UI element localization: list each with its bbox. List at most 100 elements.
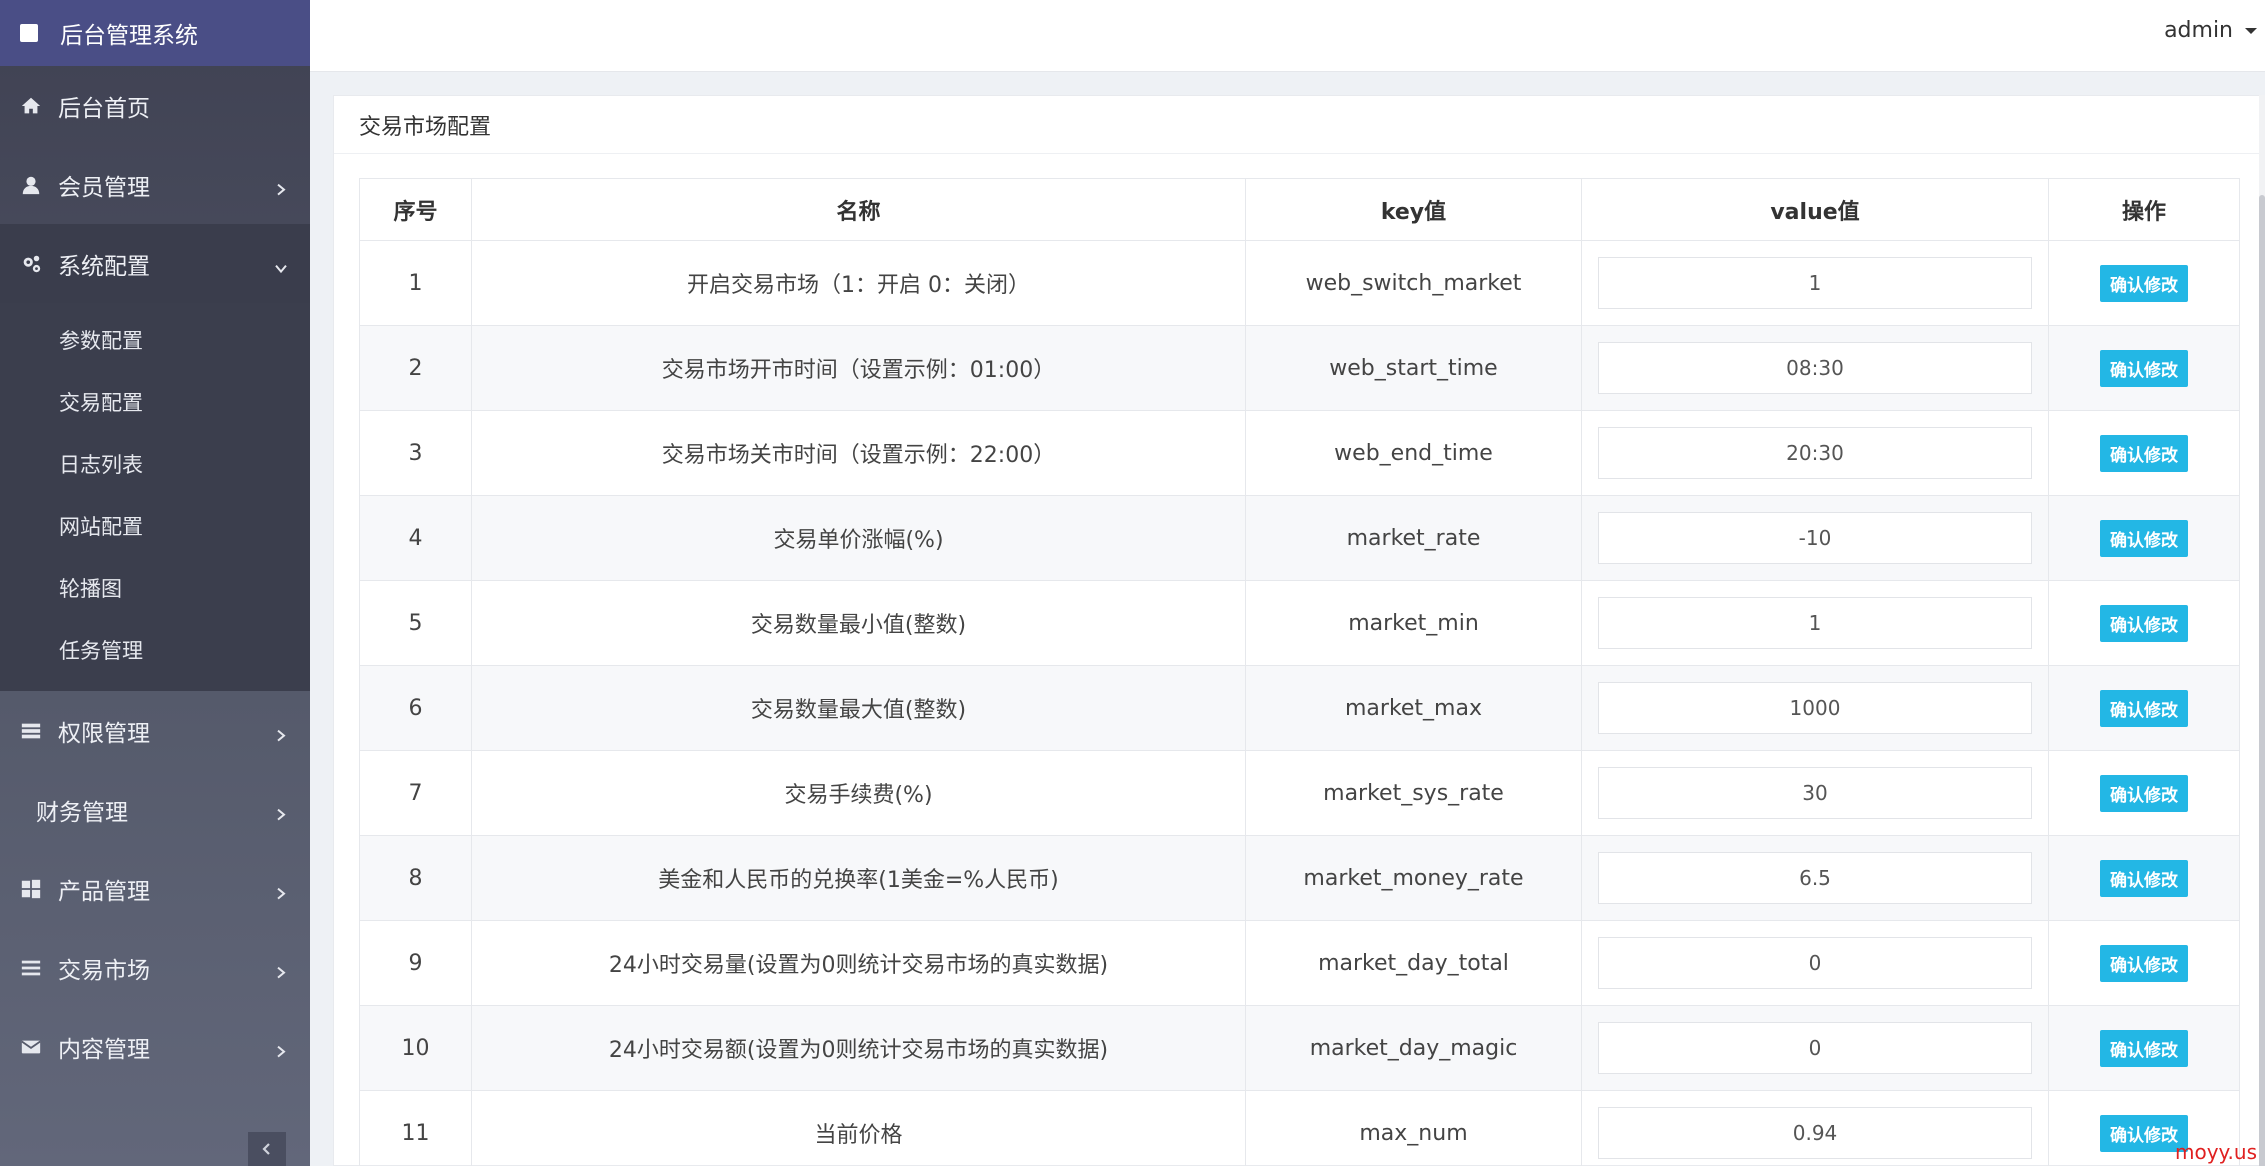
sidebar-item-members[interactable]: 会员管理 (0, 145, 310, 224)
scrollbar-thumb[interactable] (2259, 195, 2265, 1166)
envelope-icon (20, 1036, 42, 1058)
cell-key: market_money_rate (1245, 835, 1582, 921)
cell-name: 美金和人民币的兑换率(1美金=%人民币) (471, 835, 1246, 921)
cell-key: market_day_total (1245, 920, 1582, 1006)
submenu-item-params[interactable]: 参数配置 (0, 309, 310, 371)
column-header-id: 序号 (359, 178, 472, 241)
value-input[interactable] (1598, 257, 2032, 309)
brand[interactable]: 后台管理系统 (0, 0, 310, 66)
sidebar-item-content[interactable]: 内容管理 (0, 1007, 310, 1086)
sidebar-item-label: 系统配置 (58, 253, 150, 280)
cell-key: market_min (1245, 580, 1582, 666)
cell-name: 交易单价涨幅(%) (471, 495, 1246, 581)
cell-value (1581, 920, 2049, 1006)
chevron-down-icon (274, 255, 288, 273)
submenu-item-trade-config[interactable]: 交易配置 (0, 371, 310, 433)
value-input[interactable] (1598, 427, 2032, 479)
value-input[interactable] (1598, 682, 2032, 734)
table-row: 1开启交易市场（1：开启 0：关闭）web_switch_market 确认修改 (359, 240, 2240, 326)
submenu-item-tasks[interactable]: 任务管理 (0, 619, 310, 681)
sidebar-item-label: 财务管理 (36, 799, 128, 826)
cell-id: 4 (359, 495, 472, 581)
confirm-edit-button[interactable]: 确认修改 (2100, 349, 2188, 387)
submenu-item-carousel[interactable]: 轮播图 (0, 557, 310, 619)
cell-value (1581, 240, 2049, 326)
confirm-edit-button[interactable]: 确认修改 (2100, 604, 2188, 642)
column-header-key: key值 (1245, 178, 1582, 241)
cell-name: 交易市场关市时间（设置示例：22:00） (471, 410, 1246, 496)
sidebar-item-label: 产品管理 (58, 878, 150, 905)
cell-action: 确认修改 (2048, 665, 2240, 751)
panel-title: 交易市场配置 (334, 96, 2264, 154)
scrollbar-track[interactable] (2259, 95, 2265, 1166)
cell-id: 3 (359, 410, 472, 496)
cell-value (1581, 410, 2049, 496)
column-header-name: 名称 (471, 178, 1246, 241)
value-input[interactable] (1598, 937, 2032, 989)
sidebar-item-system-config[interactable]: 系统配置 (0, 224, 310, 303)
sidebar-item-market[interactable]: 交易市场 (0, 928, 310, 1007)
cell-id: 2 (359, 325, 472, 411)
chevron-right-icon (274, 880, 288, 899)
cell-key: max_num (1245, 1090, 1582, 1166)
top-header: admin (310, 0, 2265, 72)
caret-down-icon (2245, 27, 2257, 34)
sidebar-item-products[interactable]: 产品管理 (0, 849, 310, 928)
column-header-action: 操作 (2048, 178, 2240, 241)
cell-name: 交易数量最小值(整数) (471, 580, 1246, 666)
sidebar-item-permissions[interactable]: 权限管理 (0, 691, 310, 770)
confirm-edit-button[interactable]: 确认修改 (2100, 689, 2188, 727)
cell-action: 确认修改 (2048, 495, 2240, 581)
cell-value (1581, 750, 2049, 836)
value-input[interactable] (1598, 342, 2032, 394)
table-row: 6交易数量最大值(整数)market_max 确认修改 (359, 665, 2240, 751)
cell-name: 交易数量最大值(整数) (471, 665, 1246, 751)
user-menu[interactable]: admin (2164, 18, 2257, 43)
confirm-edit-button[interactable]: 确认修改 (2100, 519, 2188, 557)
sidebar-item-finance[interactable]: 财务管理 (0, 770, 310, 849)
cell-action: 确认修改 (2048, 325, 2240, 411)
value-input[interactable] (1598, 512, 2032, 564)
table-row: 2交易市场开市时间（设置示例：01:00）web_start_time 确认修改 (359, 325, 2240, 411)
confirm-edit-button[interactable]: 确认修改 (2100, 1029, 2188, 1067)
windows-icon (20, 878, 42, 900)
cell-key: market_sys_rate (1245, 750, 1582, 836)
cell-value (1581, 325, 2049, 411)
confirm-edit-button[interactable]: 确认修改 (2100, 944, 2188, 982)
cell-key: web_start_time (1245, 325, 1582, 411)
bars-icon (20, 957, 42, 979)
confirm-edit-button[interactable]: 确认修改 (2100, 434, 2188, 472)
confirm-edit-button[interactable]: 确认修改 (2100, 774, 2188, 812)
cell-name: 交易市场开市时间（设置示例：01:00） (471, 325, 1246, 411)
cell-id: 10 (359, 1005, 472, 1091)
confirm-edit-button[interactable]: 确认修改 (2100, 264, 2188, 302)
config-panel: 交易市场配置 序号 名称 key值 value值 操作 1 开启交易市场（1：开… (333, 95, 2265, 1166)
submenu-item-logs[interactable]: 日志列表 (0, 433, 310, 495)
chevron-left-icon (262, 1143, 270, 1155)
sidebar-collapse-button[interactable] (248, 1132, 286, 1166)
sidebar-item-label: 权限管理 (58, 720, 150, 747)
table-row: 9 24小时交易量(设置为0则统计交易市场的真实数据) market_day_tot… (359, 920, 2240, 1006)
cell-value (1581, 665, 2049, 751)
value-input[interactable] (1598, 597, 2032, 649)
config-table: 序号 名称 key值 value值 操作 1 开启交易市场（1：开启 0：关闭） w… (359, 178, 2240, 1166)
value-input[interactable] (1598, 767, 2032, 819)
value-input[interactable] (1598, 1107, 2032, 1159)
sidebar-item-label: 内容管理 (58, 1036, 150, 1063)
cell-value (1581, 835, 2049, 921)
watermark: moyy.us (2175, 1140, 2257, 1164)
confirm-edit-button[interactable]: 确认修改 (2100, 859, 2188, 897)
value-input[interactable] (1598, 1022, 2032, 1074)
cell-action: 确认修改 (2048, 835, 2240, 921)
sidebar-item-home[interactable]: 后台首页 (0, 66, 310, 145)
cell-action: 确认修改 (2048, 1005, 2240, 1091)
sidebar-item-label: 会员管理 (58, 174, 150, 201)
submenu-item-site-config[interactable]: 网站配置 (0, 495, 310, 557)
value-input[interactable] (1598, 852, 2032, 904)
table-row: 10 24小时交易额(设置为0则统计交易市场的真实数据) market_day_ma… (359, 1005, 2240, 1091)
app-root: 后台管理系统 后台首页 会员管理 系统配置 参数配置 交易配置 日志列表 网站配… (0, 0, 2265, 1166)
cell-id: 1 (359, 240, 472, 326)
sidebar: 后台管理系统 后台首页 会员管理 系统配置 参数配置 交易配置 日志列表 网站配… (0, 0, 310, 1166)
cell-id: 5 (359, 580, 472, 666)
chevron-right-icon (274, 176, 288, 195)
